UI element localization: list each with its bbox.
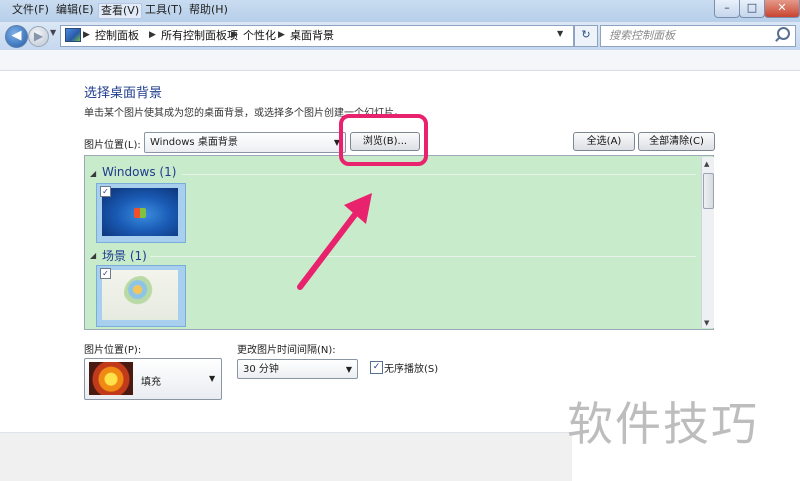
minimize-button[interactable]: – — [714, 0, 740, 18]
group-header-scenes[interactable]: 场景 (1) — [102, 247, 147, 264]
refresh-button[interactable]: ↻ — [574, 25, 598, 47]
windows7-wallpaper-image — [102, 188, 178, 236]
flower-icon — [124, 276, 158, 310]
select-all-button[interactable]: 全选(A) — [573, 132, 635, 151]
position-label: 图片位置(P): — [84, 345, 142, 356]
interval-label: 更改图片时间间隔(N): — [237, 345, 336, 356]
clear-all-button[interactable]: 全部清除(C) — [638, 132, 715, 151]
back-button[interactable]: ◀ — [5, 25, 28, 48]
location-value: Windows 桌面背景 — [150, 137, 238, 148]
interval-select[interactable]: 30 分钟 ▼ — [237, 359, 358, 379]
interval-value: 30 分钟 — [243, 364, 279, 375]
chevron-down-icon: ▼ — [345, 365, 352, 374]
wallpaper-thumbnail-scene[interactable]: ✓ — [96, 265, 186, 327]
menu-file[interactable]: 文件(F) — [10, 3, 51, 17]
breadcrumb-separator-icon: ▶ — [149, 30, 156, 40]
collapse-icon[interactable]: ◢ — [90, 251, 96, 260]
breadcrumb-all-items[interactable]: 所有控制面板项 — [161, 28, 238, 43]
maximize-button[interactable]: □ — [739, 0, 765, 18]
location-select[interactable]: Windows 桌面背景 ▼ — [144, 132, 346, 153]
shuffle-checkbox[interactable]: ✓ — [370, 361, 383, 374]
forward-button[interactable]: ▶ — [28, 26, 49, 47]
breadcrumb-separator-icon: ▶ — [83, 30, 90, 40]
group-divider — [150, 256, 696, 257]
address-bar[interactable]: ▶ 控制面板 ▶ 所有控制面板项 ▶ 个性化 ▶ 桌面背景 ▼ — [60, 25, 574, 47]
wallpaper-checkbox[interactable]: ✓ — [100, 186, 111, 197]
menu-help[interactable]: 帮助(H) — [187, 3, 230, 17]
recent-pages-dropdown-icon[interactable]: ▼ — [50, 28, 56, 37]
location-label: 图片位置(L): — [84, 140, 141, 151]
scroll-down-icon[interactable]: ▼ — [704, 319, 709, 327]
search-input[interactable]: 搜索控制面板 — [600, 25, 796, 47]
collapse-icon[interactable]: ◢ — [90, 169, 96, 178]
group-divider — [182, 174, 696, 175]
wallpaper-thumbnail-windows[interactable]: ✓ — [96, 183, 186, 243]
wallpaper-checkbox[interactable]: ✓ — [100, 268, 111, 279]
menu-bar — [0, 50, 800, 71]
flower-scene-wallpaper-image — [102, 270, 178, 320]
page-title: 选择桌面背景 — [84, 86, 163, 101]
windows-logo-icon — [134, 208, 146, 218]
close-button[interactable]: ✕ — [764, 0, 800, 18]
control-panel-icon — [65, 28, 81, 42]
chevron-down-icon[interactable]: ▼ — [209, 374, 215, 383]
watermark-text: 软件技巧 — [567, 397, 759, 451]
address-dropdown-icon[interactable]: ▼ — [557, 29, 563, 38]
shuffle-label: 无序播放(S) — [384, 364, 439, 375]
browse-highlight-box — [339, 114, 428, 166]
scrollbar-thumb[interactable] — [703, 173, 714, 209]
pointer-arrow-icon — [297, 193, 372, 290]
breadcrumb-desktop-background[interactable]: 桌面背景 — [290, 28, 334, 43]
menu-tools[interactable]: 工具(T) — [143, 3, 184, 17]
breadcrumb-separator-icon: ▶ — [231, 30, 238, 40]
group-header-windows[interactable]: Windows (1) — [102, 165, 176, 179]
fill-mode-preview-icon — [89, 362, 133, 395]
breadcrumb-separator-icon: ▶ — [278, 30, 285, 40]
breadcrumb-personalization[interactable]: 个性化 — [243, 28, 276, 43]
scroll-up-icon[interactable]: ▲ — [704, 160, 709, 168]
position-value: 填充 — [141, 377, 161, 388]
breadcrumb-control-panel[interactable]: 控制面板 — [95, 28, 139, 43]
menu-edit[interactable]: 编辑(E) — [54, 3, 96, 17]
menu-view[interactable]: 查看(V) — [98, 3, 143, 19]
